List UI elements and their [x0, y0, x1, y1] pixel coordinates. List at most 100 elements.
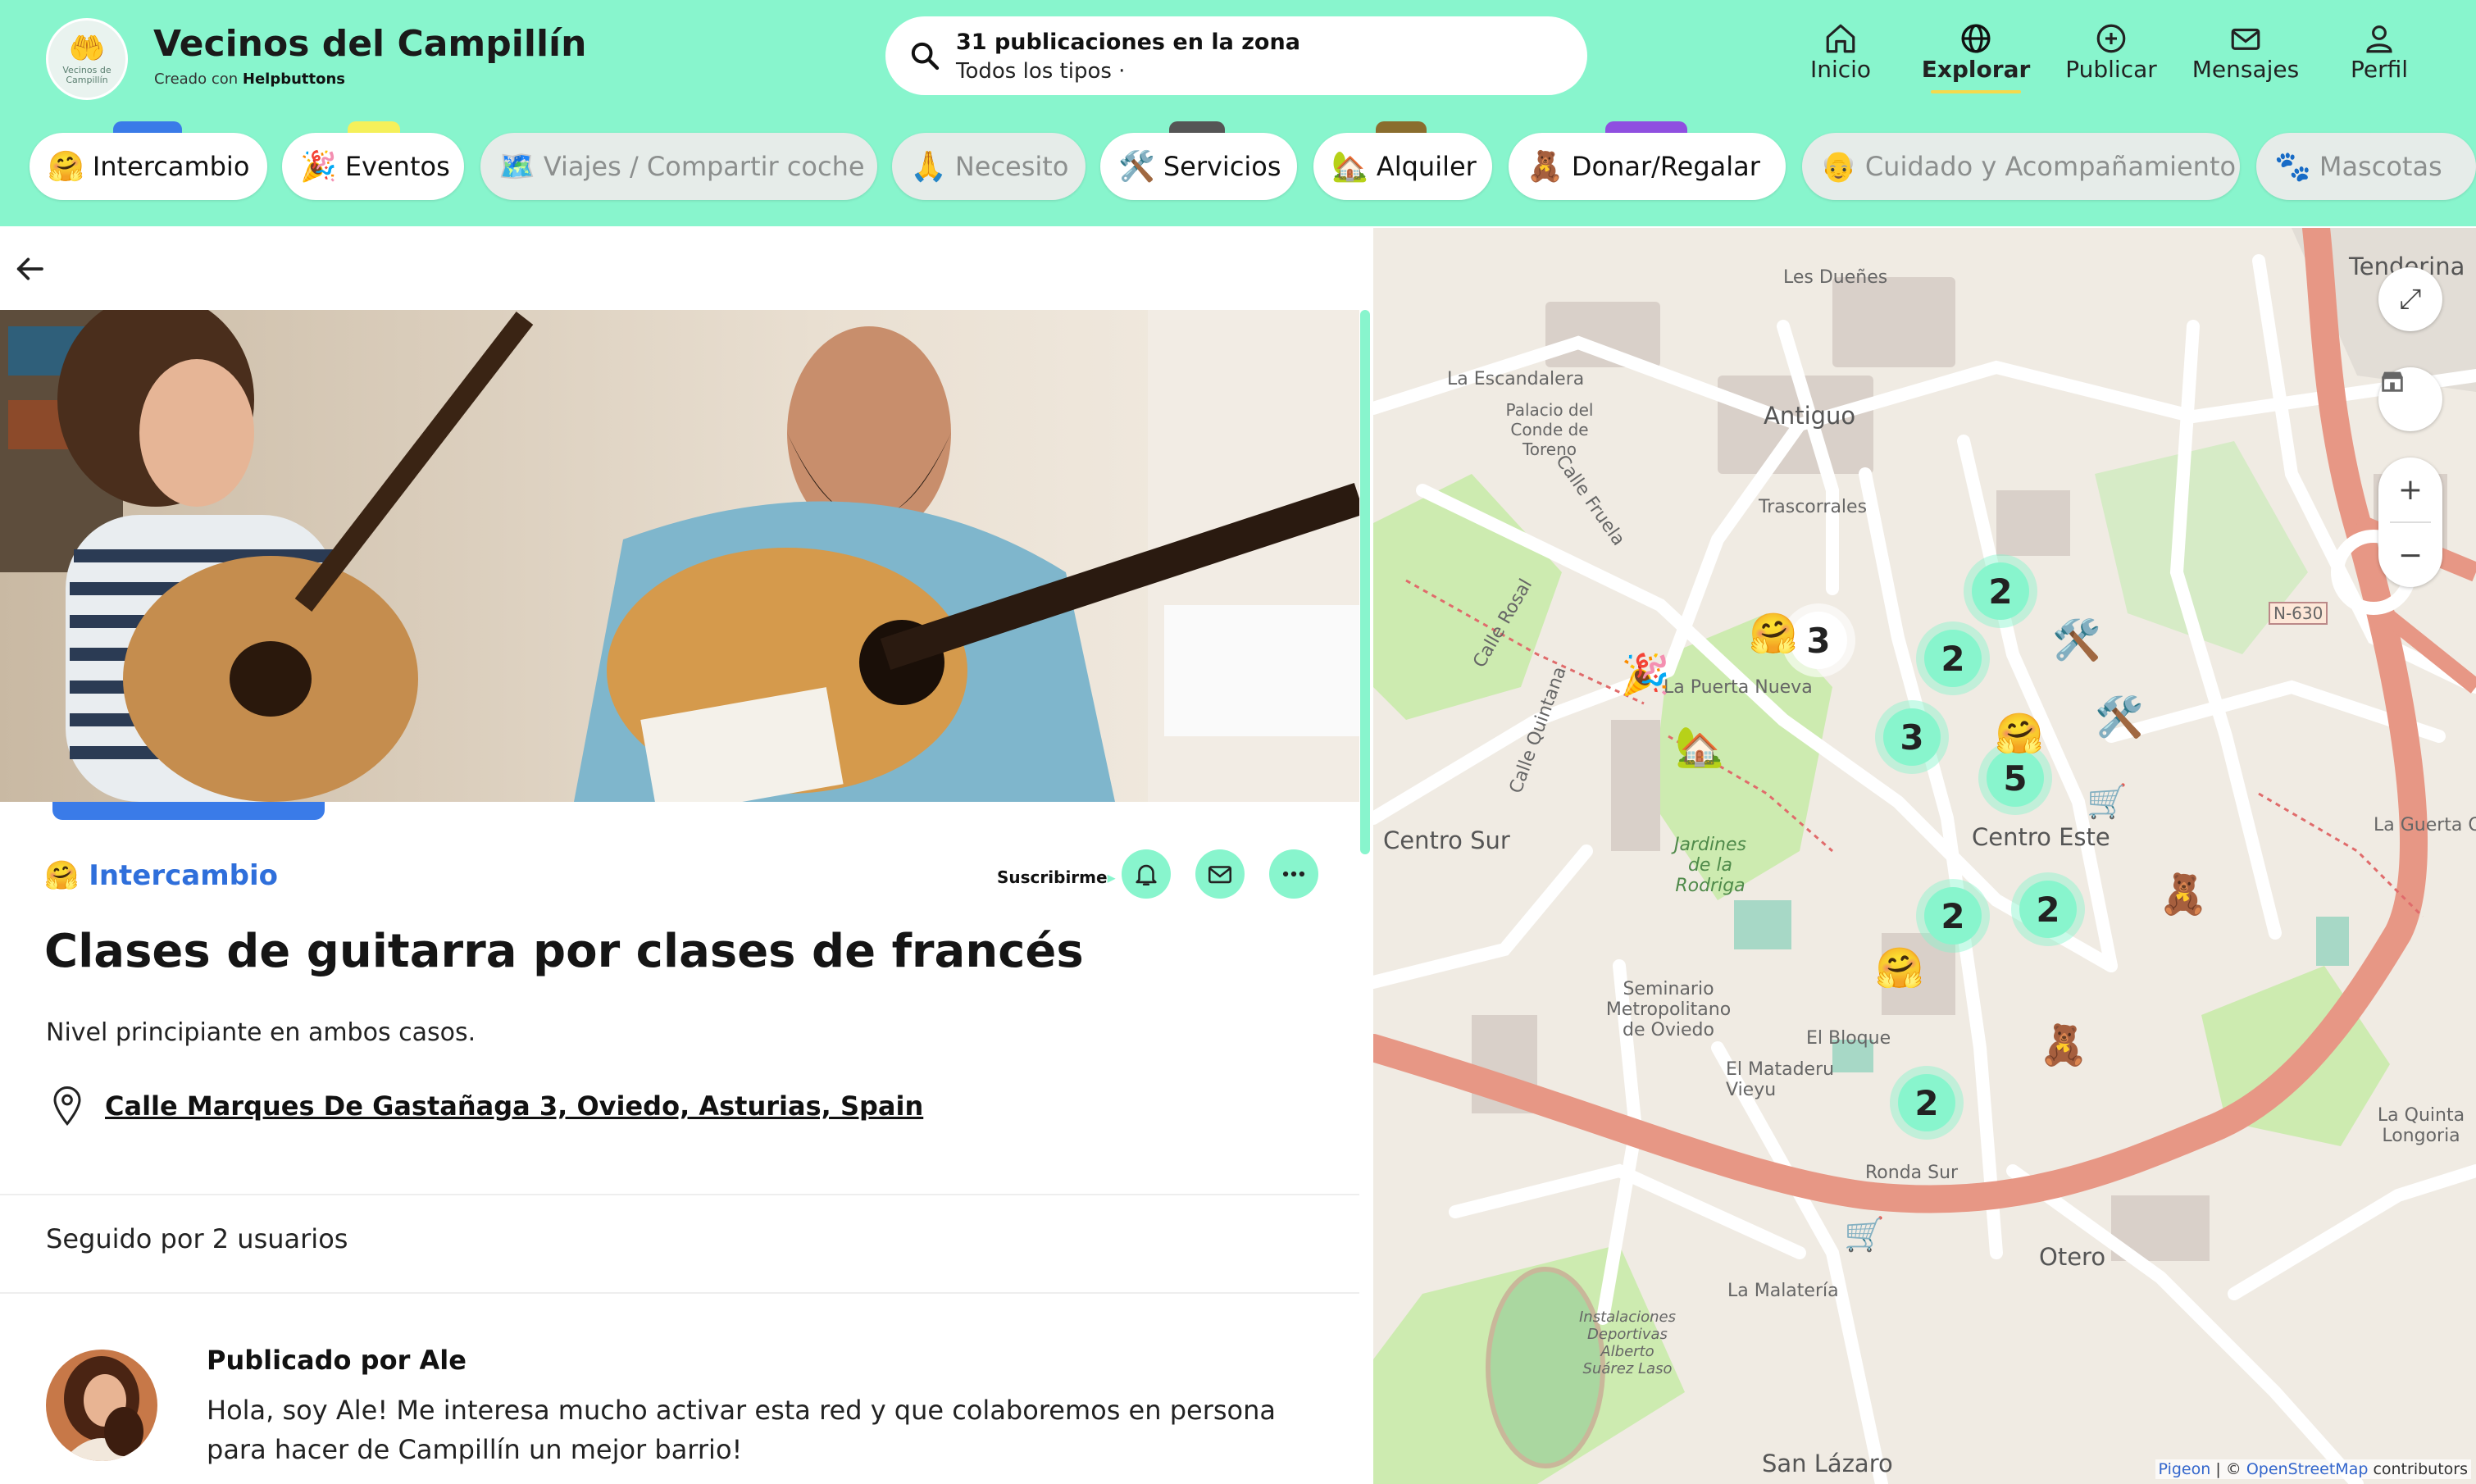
message-button[interactable]: [1195, 849, 1245, 899]
category-color-tab: [52, 802, 325, 820]
party-icon: 🎉: [300, 150, 337, 184]
category-mascotas[interactable]: 🐾 Mascotas: [2256, 133, 2476, 200]
nav-mensajes[interactable]: Mensajes: [2184, 21, 2307, 83]
pray-icon: 🙏: [910, 150, 947, 184]
home-icon: [1826, 24, 1855, 53]
tools-marker-icon[interactable]: 🛠️: [2052, 617, 2101, 663]
osm-link[interactable]: OpenStreetMap: [2246, 1460, 2369, 1478]
search-filter: Todos los tipos ·: [956, 59, 1126, 84]
hugging-marker-icon[interactable]: 🤗: [1995, 710, 2044, 757]
zoom-in-button[interactable]: +: [2378, 457, 2442, 521]
teddy-marker-icon[interactable]: 🧸: [2159, 871, 2208, 917]
back-arrow-icon[interactable]: [13, 253, 46, 285]
map-attribution: Pigeon | © OpenStreetMap contributors: [2155, 1459, 2471, 1479]
map-label: Trascorrales: [1759, 497, 1868, 517]
category-label: Mascotas: [2319, 151, 2442, 182]
pigeon-link[interactable]: Pigeon: [2159, 1460, 2211, 1478]
author-bio: Hola, soy Ale! Me interesa mucho activar…: [207, 1395, 1276, 1465]
map-cluster[interactable]: 2: [1898, 1074, 1955, 1131]
site-logo[interactable]: 🤲 Vecinos de Campillín: [46, 18, 128, 100]
category-eventos[interactable]: 🎉 Eventos: [282, 121, 464, 200]
category-servicios[interactable]: 🛠️ Servicios: [1100, 121, 1297, 200]
subscribe-text: Suscribirme: [997, 867, 1108, 887]
nav-perfil[interactable]: Perfil: [2318, 21, 2441, 83]
cart-marker-icon[interactable]: 🛒: [2087, 782, 2128, 821]
map-label: Centro Sur: [1383, 826, 1510, 854]
category-viajes[interactable]: 🗺️ Viajes / Compartir coche: [480, 133, 877, 200]
category-necesito[interactable]: 🙏 Necesito: [892, 133, 1086, 200]
nav-label: Explorar: [1921, 56, 2031, 83]
location-pin-icon: [53, 1086, 81, 1127]
more-options-button[interactable]: [1269, 849, 1318, 899]
house-marker-icon[interactable]: 🏡: [1675, 723, 1724, 770]
category-cuidado[interactable]: 👴 Cuidado y Acompañamiento: [1802, 133, 2240, 200]
post-category[interactable]: 🤗 Intercambio: [44, 859, 278, 892]
subscribe-label[interactable]: Suscribirme▸: [997, 867, 1116, 887]
nav-label: Inicio: [1809, 56, 1872, 83]
store-icon[interactable]: [2378, 367, 2442, 431]
category-intercambio[interactable]: 🤗 Intercambio: [30, 121, 267, 200]
author-avatar[interactable]: [46, 1350, 157, 1461]
category-tab-marker: [1605, 121, 1687, 133]
map-label: Instalaciones Deportivas Alberto Suárez …: [1579, 1309, 1676, 1377]
map-label: Les Dueñes: [1783, 267, 1888, 288]
globe-icon: [1961, 24, 1991, 53]
subscribe-bell-button[interactable]: [1122, 849, 1171, 899]
followers-count[interactable]: Seguido por 2 usuarios: [46, 1223, 348, 1254]
map-label: Seminario Metropolitano de Oviedo: [1605, 979, 1732, 1040]
category-label: Intercambio: [92, 151, 250, 182]
map-cluster[interactable]: 5: [1987, 749, 2044, 807]
top-header: 🤲 Vecinos de Campillín Vecinos del Campi…: [0, 0, 2476, 115]
paw-icon: 🐾: [2274, 150, 2311, 184]
party-marker-icon[interactable]: 🎉: [1621, 651, 1670, 698]
map-cluster[interactable]: 3: [1883, 708, 1941, 766]
logo-art-icon: 🤲: [68, 32, 106, 66]
post-location-link[interactable]: Calle Marques De Gastañaga 3, Oviedo, As…: [105, 1090, 923, 1122]
nav-inicio[interactable]: Inicio: [1779, 21, 1902, 83]
category-tab-marker: [348, 121, 400, 133]
map-cluster[interactable]: 2: [1924, 630, 1982, 687]
category-label: Viajes / Compartir coche: [543, 151, 865, 182]
map-cluster[interactable]: 2: [1924, 887, 1982, 945]
created-with-brand[interactable]: Helpbuttons: [243, 71, 345, 88]
map-label: Palacio del Conde de Toreno: [1505, 400, 1594, 459]
nav-explorar[interactable]: Explorar: [1914, 21, 2037, 83]
zoom-out-button[interactable]: −: [2378, 523, 2442, 587]
map-cluster[interactable]: 2: [1972, 562, 2029, 620]
category-tab-marker: [1376, 121, 1427, 133]
category-alquiler[interactable]: 🏡 Alquiler: [1313, 121, 1492, 200]
fullscreen-button[interactable]: ⤢: [2378, 267, 2442, 331]
attribution-contrib: contributors: [2368, 1460, 2468, 1478]
search-box[interactable]: 31 publicaciones en la zona Todos los ti…: [885, 16, 1587, 95]
author-heading[interactable]: Publicado por Ale: [207, 1345, 467, 1376]
tools-marker-icon[interactable]: 🛠️: [2095, 694, 2144, 740]
teddy-marker-icon[interactable]: 🧸: [2039, 1022, 2088, 1068]
mail-icon: [2231, 28, 2260, 50]
category-label: Alquiler: [1376, 151, 1477, 182]
map-view[interactable]: Antiguo Trascorrales Centro Sur Centro E…: [1373, 228, 2476, 1484]
nav-publicar[interactable]: Publicar: [2050, 21, 2173, 83]
user-icon: [2366, 25, 2392, 53]
hugging-marker-icon[interactable]: 🤗: [1749, 610, 1798, 657]
divider: [0, 1194, 1359, 1195]
shop-glyph-icon: [2382, 371, 2403, 392]
category-label: Donar/Regalar: [1571, 151, 1760, 182]
map-label: La Escandalera: [1447, 369, 1585, 389]
nav-label: Mensajes: [2192, 56, 2300, 83]
hugging-marker-icon[interactable]: 🤗: [1875, 945, 1924, 991]
map-label: El Bloque: [1806, 1028, 1891, 1049]
category-label: Necesito: [954, 151, 1069, 182]
map-label: Antiguo: [1764, 402, 1856, 430]
map-cluster-selected[interactable]: 3: [1790, 612, 1847, 669]
post-description: Nivel principiante en ambos casos.: [46, 1018, 476, 1047]
house-icon: 🏡: [1331, 150, 1368, 184]
nav-label: Perfil: [2350, 56, 2409, 83]
category-tab-marker: [1169, 121, 1225, 133]
panel-scrollbar[interactable]: [1360, 310, 1370, 854]
map-cluster[interactable]: 2: [2019, 881, 2077, 938]
cart-marker-icon[interactable]: 🛒: [1844, 1215, 1885, 1254]
category-donar[interactable]: 🧸 Donar/Regalar: [1509, 121, 1786, 200]
site-title[interactable]: Vecinos del Campillín: [153, 23, 586, 65]
post-category-label: Intercambio: [89, 859, 278, 892]
category-label: Cuidado y Acompañamiento: [1864, 151, 2237, 182]
